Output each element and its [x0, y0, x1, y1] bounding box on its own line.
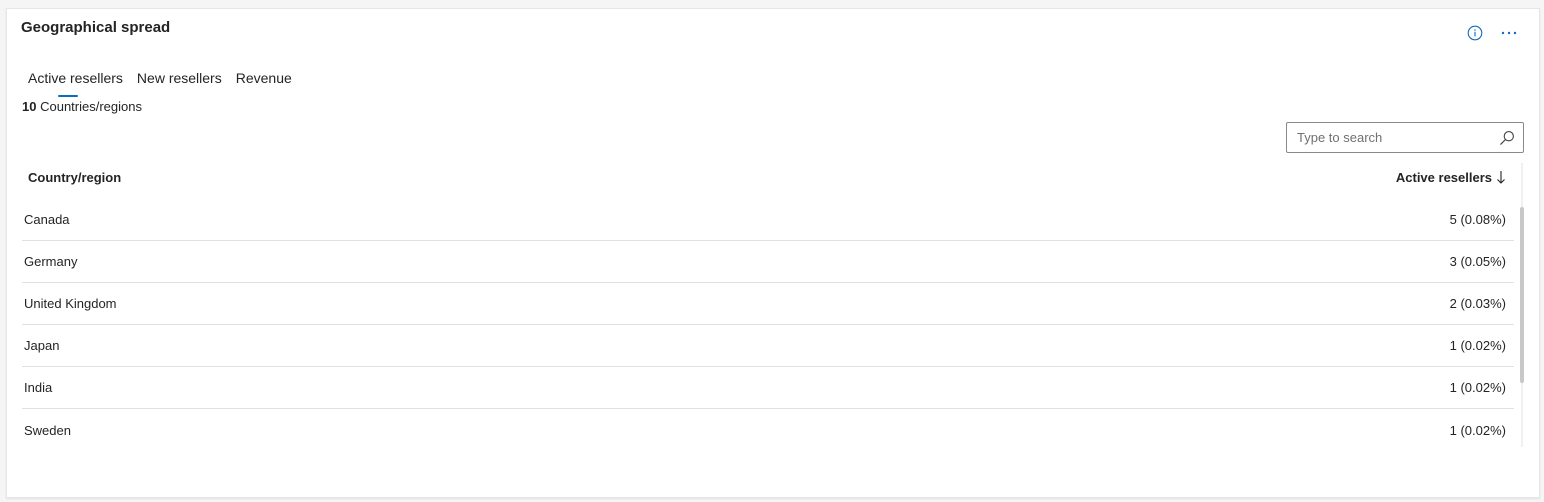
- row-value: 1 (0.02%): [1449, 338, 1506, 353]
- info-icon[interactable]: [1465, 23, 1485, 43]
- table-row[interactable]: India 1 (0.02%): [22, 367, 1514, 409]
- header-actions: [1465, 23, 1519, 43]
- row-country: Germany: [24, 254, 78, 269]
- table-row[interactable]: Canada 5 (0.08%): [22, 199, 1514, 241]
- countries-count-number: 10: [22, 99, 37, 114]
- table-row[interactable]: United Kingdom 2 (0.03%): [22, 283, 1514, 325]
- table-header: Country/region Active resellers: [22, 159, 1514, 195]
- scrollbar-thumb[interactable]: [1520, 207, 1524, 383]
- card-title: Geographical spread: [21, 19, 171, 36]
- row-value: 1 (0.02%): [1449, 380, 1506, 395]
- column-header-active-resellers[interactable]: Active resellers: [1396, 169, 1514, 185]
- row-country: India: [24, 380, 53, 395]
- countries-count: 10 Countries/regions: [22, 99, 142, 114]
- column-header-country[interactable]: Country/region: [22, 170, 121, 185]
- search-input[interactable]: [1295, 129, 1495, 146]
- row-value: 5 (0.08%): [1449, 212, 1506, 227]
- row-value: 3 (0.05%): [1449, 254, 1506, 269]
- arrow-down-icon: [1497, 171, 1505, 184]
- row-country: Canada: [24, 212, 70, 227]
- tab-revenue[interactable]: Revenue: [229, 69, 299, 97]
- search-icon[interactable]: [1495, 126, 1519, 150]
- more-horizontal-icon[interactable]: [1499, 23, 1519, 43]
- table-scrollbar[interactable]: [1519, 163, 1525, 447]
- search-box[interactable]: [1286, 122, 1524, 153]
- row-country: United Kingdom: [24, 296, 117, 311]
- countries-count-label: Countries/regions: [40, 99, 142, 114]
- country-table: Country/region Active resellers Canada 5…: [22, 159, 1514, 451]
- tab-active-resellers[interactable]: Active resellers: [21, 69, 130, 97]
- row-value: 2 (0.03%): [1449, 296, 1506, 311]
- table-row[interactable]: Japan 1 (0.02%): [22, 325, 1514, 367]
- geographical-spread-card: Geographical spread Active resellers New…: [6, 8, 1540, 498]
- table-body: Canada 5 (0.08%) Germany 3 (0.05%) Unite…: [22, 199, 1514, 451]
- table-row[interactable]: Germany 3 (0.05%): [22, 241, 1514, 283]
- row-country: Sweden: [24, 422, 71, 438]
- row-value: 1 (0.02%): [1449, 422, 1506, 438]
- row-country: Japan: [24, 338, 60, 353]
- table-row[interactable]: Sweden 1 (0.02%): [22, 409, 1514, 451]
- tab-list: Active resellers New resellers Revenue: [21, 69, 299, 97]
- tab-new-resellers[interactable]: New resellers: [130, 69, 229, 97]
- column-header-active-resellers-label: Active resellers: [1395, 169, 1492, 185]
